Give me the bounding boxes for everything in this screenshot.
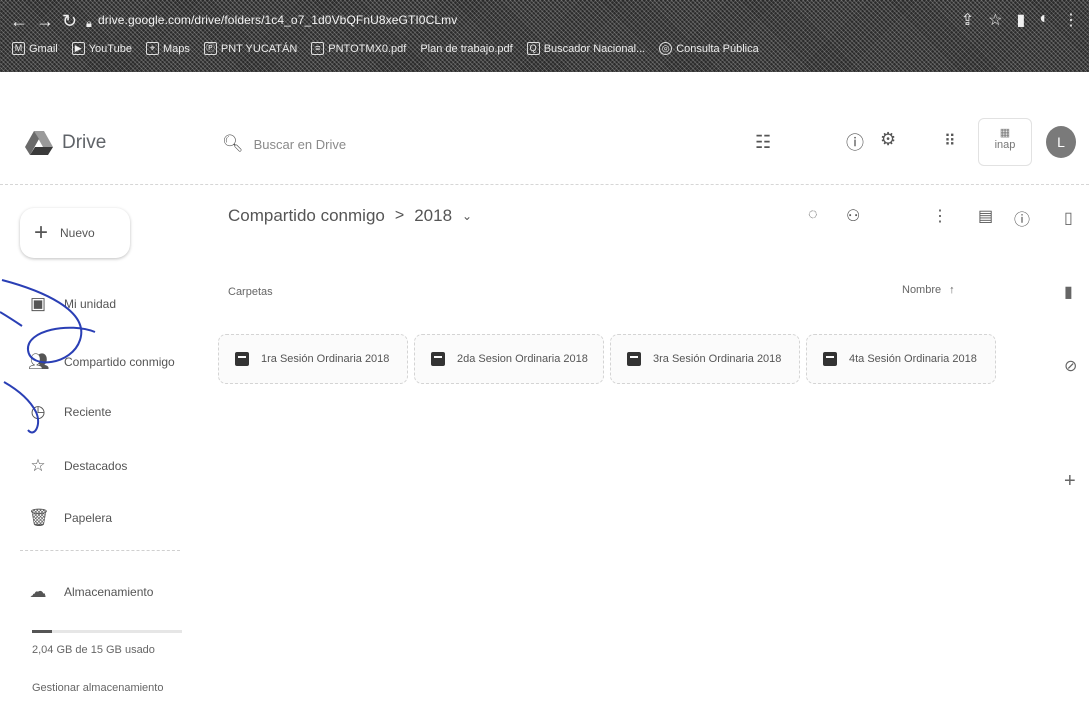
apps-grid-icon[interactable]: ⠿ (944, 131, 956, 151)
bookmark-maps[interactable]: ⌖ Maps (145, 42, 190, 55)
cloud-icon: ☁︎ (29, 582, 47, 601)
sidebar-item-trash[interactable]: 🗑︎ Papelera (28, 508, 112, 528)
settings-icon[interactable]: ⚙ (880, 129, 896, 150)
breadcrumb-root[interactable]: Compartido conmigo (228, 206, 385, 226)
bookmark-consulta[interactable]: ◎ Consulta Pública (659, 42, 759, 55)
storage-progress-fill (32, 630, 53, 633)
avatar[interactable]: L (1046, 126, 1076, 158)
drive-logo[interactable]: Drive (24, 130, 106, 156)
pdf-icon: ≡ (311, 42, 325, 55)
sidebar-item-starred[interactable]: ☆ Destacados (28, 456, 127, 476)
browser-chrome: ← → ↻ 🔒︎ drive.google.com/drive/folders/… (0, 0, 1089, 72)
browser-toolbar: ← → ↻ 🔒︎ drive.google.com/drive/folders/… (0, 8, 1089, 36)
tasks-icon[interactable]: ⊘ (1064, 356, 1077, 376)
bookmark-gmail[interactable]: M Gmail (12, 42, 58, 55)
youtube-icon: ▶ (71, 42, 85, 55)
folder-item[interactable]: 2da Sesion Ordinaria 2018 (414, 334, 604, 384)
sort-arrow-icon[interactable]: ↑ (949, 284, 955, 296)
shared-folder-icon (823, 352, 837, 366)
profile-icon[interactable]: ◐ (1039, 10, 1049, 30)
calendar-icon[interactable]: ▯ (1064, 208, 1073, 228)
drive-logo-icon (25, 131, 53, 155)
folder-item[interactable]: 4ta Sesión Ordinaria 2018 (806, 334, 996, 384)
breadcrumb: Compartido conmigo > 2018 ⌄ (228, 206, 472, 226)
handwritten-ink-marks (0, 279, 96, 434)
bookmarks-bar: M Gmail ▶ YouTube ⌖ Maps Ⓟ PNT YUCATÁN ≡ PNTO… (0, 38, 1089, 64)
add-person-icon[interactable]: ⚇ (846, 206, 860, 226)
info-icon[interactable]: ⓘ (1014, 206, 1030, 230)
lock-icon: 🔒︎ (86, 18, 92, 30)
sidebar-divider (20, 550, 180, 551)
back-icon[interactable]: ← (10, 10, 28, 32)
star-icon: ☆ (30, 456, 46, 475)
share-icon[interactable]: ⇪ (961, 10, 974, 30)
plus-icon: + (34, 219, 49, 246)
search-options-icon[interactable]: ☷ (755, 132, 771, 153)
bookmark-pdf-1[interactable]: ≡ PNTOTMX0.pdf (311, 42, 406, 55)
header-divider (0, 184, 1089, 185)
add-addon-icon[interactable]: + (1064, 470, 1076, 493)
breadcrumb-current[interactable]: 2018 (414, 206, 452, 226)
search-bar[interactable]: 🔍︎ (222, 134, 674, 154)
bookmark-pnt[interactable]: Ⓟ PNT YUCATÁN (203, 42, 297, 55)
menu-icon[interactable]: ⋮ (1063, 10, 1079, 30)
org-badge[interactable]: ▦ inap (978, 118, 1032, 166)
shared-folder-icon (627, 352, 641, 366)
address-bar[interactable]: drive.google.com/drive/folders/1c4_o7_1d… (98, 13, 457, 27)
search-icon[interactable]: 🔍︎ (222, 134, 244, 154)
preview-icon[interactable]: ◌ (808, 206, 818, 224)
manage-storage-link[interactable]: Gestionar almacenamiento (32, 682, 163, 694)
keep-icon[interactable]: ▮ (1064, 282, 1073, 302)
sidebar-item-storage[interactable]: ☁︎ Almacenamiento (28, 582, 154, 602)
new-button[interactable]: + Nuevo (20, 208, 130, 258)
chevron-down-icon[interactable]: ⌄ (462, 209, 472, 223)
list-view-icon[interactable]: ▤ (978, 206, 993, 226)
storage-progress (32, 630, 182, 633)
tab-icon[interactable]: ▮ (1017, 10, 1026, 30)
shared-folder-icon (235, 352, 249, 366)
gmail-icon: M (12, 42, 25, 55)
pnt-icon: Ⓟ (203, 42, 217, 55)
globe-icon: ◎ (659, 42, 673, 55)
more-vert-icon[interactable]: ⋮ (932, 206, 948, 226)
shared-folder-icon (431, 352, 445, 366)
section-label-folders: Carpetas (228, 286, 273, 298)
sort-control[interactable]: Nombre ↑ (902, 284, 955, 296)
app-name: Drive (62, 132, 107, 153)
bookmark-buscador[interactable]: Q Buscador Nacional... (526, 42, 645, 55)
maps-icon: ⌖ (145, 42, 159, 55)
bookmark-youtube[interactable]: ▶ YouTube (71, 42, 132, 55)
storage-used-text: 2,04 GB de 15 GB usado (32, 644, 155, 656)
search-site-icon: Q (526, 42, 540, 55)
folder-item[interactable]: 1ra Sesión Ordinaria 2018 (218, 334, 408, 384)
reload-icon[interactable]: ↻ (62, 10, 77, 32)
bookmark-pdf-2[interactable]: Plan de trabajo.pdf (420, 42, 512, 55)
folder-item[interactable]: 3ra Sesión Ordinaria 2018 (610, 334, 800, 384)
breadcrumb-separator: > (394, 207, 405, 224)
browser-actions: ⇪ ☆ ▮ ◐ ⋮ (961, 10, 1079, 30)
folder-grid: 1ra Sesión Ordinaria 2018 2da Sesion Ord… (218, 334, 996, 384)
bookmark-star-icon[interactable]: ☆ (988, 10, 1002, 30)
trash-icon: 🗑︎ (28, 508, 50, 527)
search-input[interactable] (253, 136, 674, 152)
forward-icon[interactable]: → (36, 10, 54, 32)
help-icon[interactable]: ⓘ (846, 129, 864, 155)
